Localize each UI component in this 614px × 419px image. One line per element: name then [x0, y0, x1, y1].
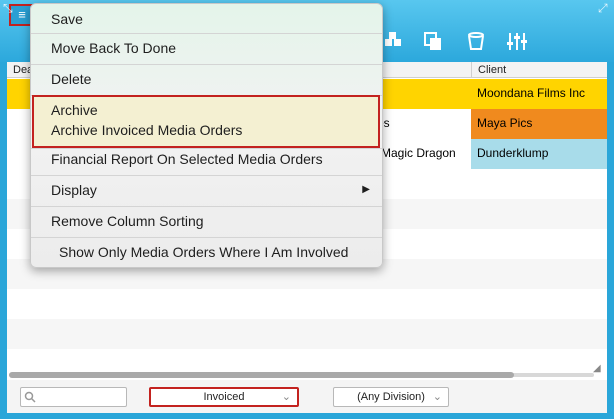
chevron-down-icon: ⌄	[281, 391, 291, 403]
menu-item-save[interactable]: Save	[31, 4, 382, 34]
copy-icon[interactable]	[421, 30, 445, 54]
context-menu: Save Move Back To Done Delete Archive Ar…	[30, 3, 383, 268]
resize-grip-icon: ◢	[593, 363, 601, 374]
title-cell: es	[377, 116, 390, 130]
trash-icon[interactable]	[464, 30, 488, 54]
menu-item-financial-report[interactable]: Financial Report On Selected Media Order…	[31, 144, 382, 174]
status-select-value: Invoiced	[203, 391, 245, 403]
title-cell: e Magic Dragon	[371, 146, 456, 160]
menu-item-delete[interactable]: Delete	[31, 64, 382, 94]
client-cell: Moondana Films Inc	[471, 79, 607, 109]
column-header-client[interactable]: Client	[471, 62, 607, 78]
status-select[interactable]: Invoiced ⌄	[149, 387, 299, 407]
scrollbar-thumb[interactable]	[9, 372, 514, 378]
menu-item-remove-sorting[interactable]: Remove Column Sorting	[31, 206, 382, 236]
menu-item-show-only-involved[interactable]: Show Only Media Orders Where I Am Involv…	[31, 237, 382, 267]
search-icon	[24, 391, 36, 403]
cubes-icon[interactable]	[381, 30, 405, 54]
menu-item-archive-invoiced[interactable]: Archive Invoiced Media Orders	[31, 117, 382, 143]
resize-corner-icon: ⤢	[598, 1, 608, 15]
resize-corner-icon: ⤡	[3, 1, 13, 15]
submenu-arrow-icon: ▶	[362, 184, 370, 195]
client-cell: Dunderklump	[471, 139, 607, 169]
app-window: ≡ ⤡ ⤢ Dea Client Moondana Films Inc es M…	[0, 0, 614, 419]
table-row	[7, 319, 607, 349]
menu-item-move-back[interactable]: Move Back To Done	[31, 33, 382, 63]
menu-item-display[interactable]: Display ▶	[31, 175, 382, 205]
filter-bar: ◢ Invoiced ⌄ (Any Division) ⌄	[7, 363, 607, 413]
search-input[interactable]	[20, 387, 127, 407]
chevron-down-icon: ⌄	[432, 391, 442, 403]
table-row	[7, 289, 607, 319]
division-select[interactable]: (Any Division) ⌄	[333, 387, 449, 407]
sliders-icon[interactable]	[505, 30, 529, 54]
division-select-value: (Any Division)	[357, 391, 425, 403]
client-cell: Maya Pics	[471, 109, 607, 139]
menu-item-display-label: Display	[51, 182, 97, 198]
